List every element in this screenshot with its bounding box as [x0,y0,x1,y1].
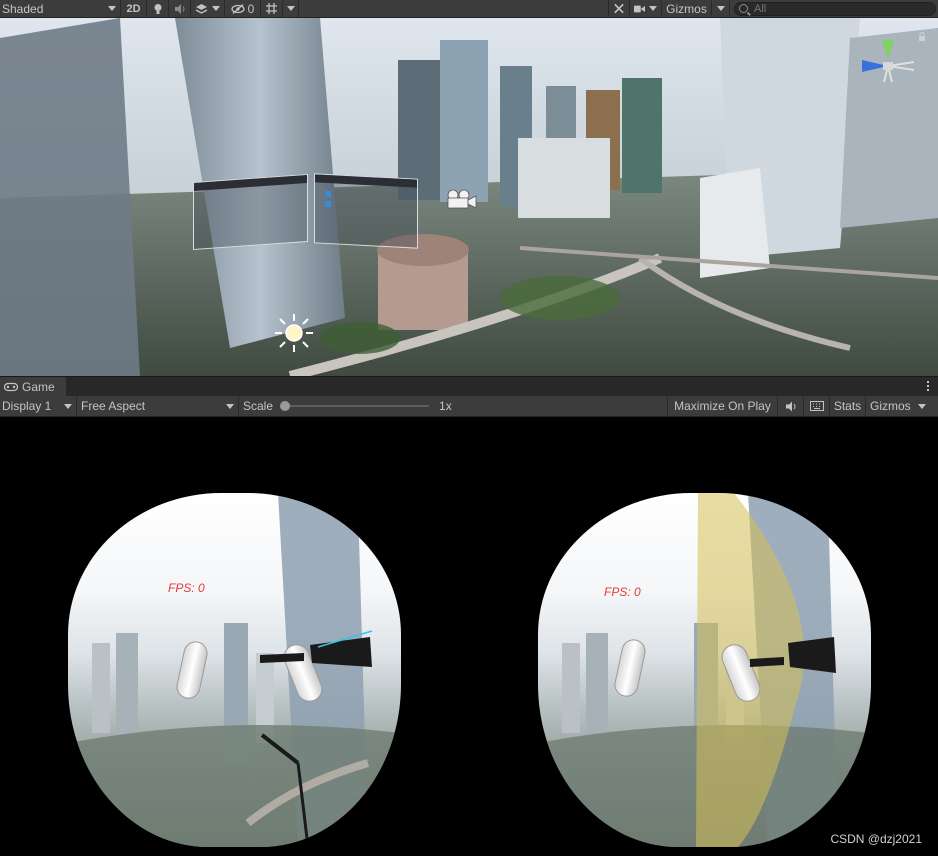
lighting-toggle-button[interactable] [147,0,169,18]
panel-toggle-row [325,190,331,198]
laser-pointer [260,733,310,847]
camera-settings-dropdown[interactable] [630,0,662,18]
tab-game-label: Game [22,380,55,394]
search-field[interactable] [734,1,936,16]
mute-audio-toggle[interactable] [778,395,804,417]
sun-light-icon[interactable] [273,312,315,354]
scale-value: 1x [439,399,452,413]
game-view[interactable]: FPS: 0 FPS: 0 CSDN @dzj2021 [0,417,938,856]
chevron-down-icon [108,6,116,11]
world-ui-panel-right[interactable] [314,173,418,249]
search-icon [739,4,748,13]
chevron-down-icon [918,403,926,409]
scene-toolbar: Shaded 2D 0 Gizmos All [0,0,938,18]
aspect-dropdown[interactable]: Free Aspect [77,395,239,417]
scale-slider-handle[interactable] [280,401,291,411]
scene-visibility-toggle[interactable]: 0 [225,0,261,18]
maximize-on-play-toggle[interactable]: Maximize On Play [668,395,778,417]
world-ui-panel [260,630,373,667]
right-fps-counter: FPS: 0 [604,585,641,599]
panel-toggle-row [325,200,331,208]
tools-icon [614,3,624,14]
grid-options-dropdown[interactable] [283,0,299,18]
aspect-label: Free Aspect [81,399,146,413]
eye-hidden-icon [231,3,245,14]
shortcuts-toggle[interactable] [804,395,830,417]
chevron-down-icon [716,6,725,11]
grid-icon [266,3,277,14]
game-tab-row: Game [0,376,938,397]
lock-icon[interactable] [918,32,926,42]
scene-view[interactable] [0,18,938,376]
hidden-count: 0 [247,1,255,16]
panel-menu-icon[interactable] [927,381,930,391]
chevron-down-icon [212,6,220,11]
speaker-icon [174,3,184,14]
world-ui-panel [750,637,836,673]
layers-icon [195,3,208,14]
audio-toggle-button[interactable] [169,0,191,18]
world-ui-panel-left[interactable] [193,173,308,251]
gamepad-icon [4,382,18,392]
tab-game[interactable]: Game [0,377,66,397]
camera-gizmo-icon[interactable] [444,188,480,210]
gizmos-button[interactable]: Gizmos [662,0,712,18]
shading-mode-label: Shaded [2,1,44,16]
toggle-2d-button[interactable]: 2D [121,0,147,18]
scene-orientation-gizmo[interactable] [856,36,920,100]
chevron-down-icon [64,403,72,409]
left-fps-counter: FPS: 0 [168,581,205,595]
game-toolbar: Display 1 Free Aspect Scale 1x Maximize … [0,395,938,417]
effects-toggle-button[interactable] [191,0,225,18]
game-gizmos-dropdown[interactable]: Gizmos [866,396,930,417]
video-camera-icon [634,5,645,12]
gizmos-dropdown[interactable] [712,0,730,18]
grid-toggle-button[interactable] [261,0,283,18]
left-eye-viewport: FPS: 0 [68,493,401,847]
lightbulb-icon [154,3,161,14]
scale-slider[interactable] [280,401,430,411]
chevron-down-icon [649,6,657,11]
tools-button[interactable] [608,0,630,18]
watermark: CSDN @dzj2021 [830,832,922,846]
speaker-icon [785,401,795,411]
scale-control: Scale 1x [239,395,668,417]
game-gizmos-label: Gizmos [870,399,911,413]
right-eye-viewport: FPS: 0 [538,493,871,847]
stats-toggle[interactable]: Stats [830,395,866,417]
chevron-down-icon [286,6,295,11]
search-input[interactable] [754,2,914,15]
keyboard-icon [809,401,824,411]
display-label: Display 1 [2,399,52,413]
chevron-down-icon [226,403,234,409]
shading-mode-dropdown[interactable]: Shaded [0,0,121,18]
display-dropdown[interactable]: Display 1 [0,395,77,417]
scale-label: Scale [243,399,274,413]
